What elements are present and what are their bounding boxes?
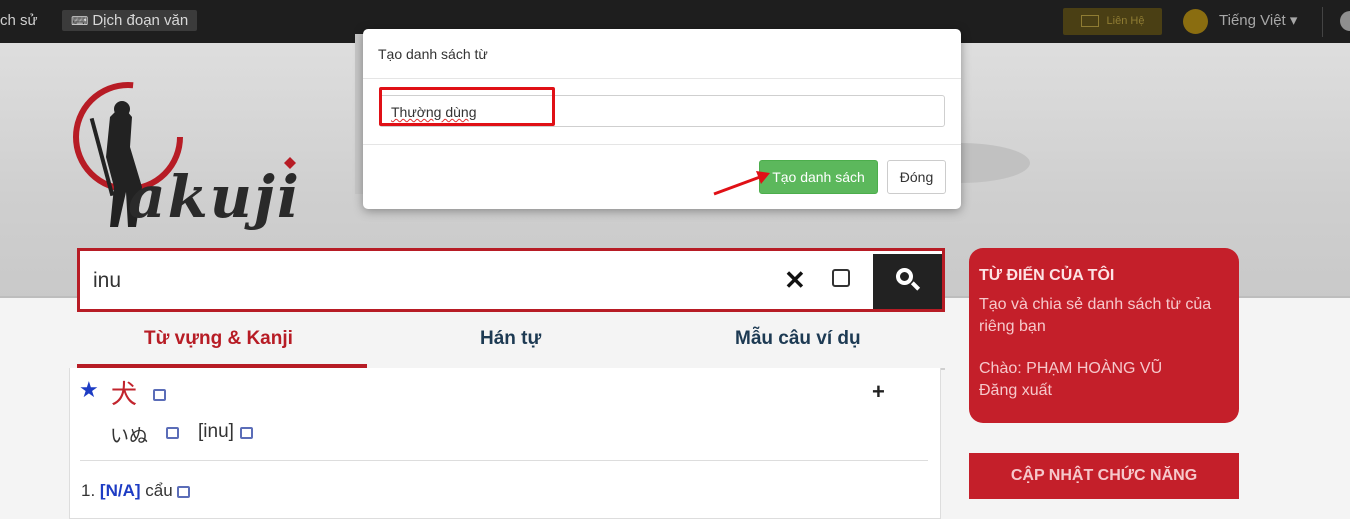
edit-kana-icon[interactable]: [166, 427, 179, 439]
close-dialog-button[interactable]: Đóng: [887, 160, 946, 194]
divider: [80, 460, 928, 461]
pointer-arrow: [713, 171, 770, 196]
edit-kanji-icon[interactable]: [153, 389, 166, 401]
meaning-index: 1.: [81, 481, 96, 500]
create-list-button[interactable]: Tạo danh sách: [759, 160, 878, 194]
search-input[interactable]: inu: [93, 269, 121, 293]
tab-example-sentences[interactable]: Mẫu câu ví dụ: [735, 328, 861, 350]
contact-label: Liên Hệ: [1106, 15, 1145, 27]
tab-vocabulary-kanji[interactable]: Từ vựng & Kanji: [144, 328, 293, 350]
contact-button[interactable]: Liên Hệ: [1063, 8, 1162, 35]
entry-card: ★ 犬 + いぬ [inu] 1. [N/A] cẩu: [69, 368, 941, 519]
entry-meaning: 1. [N/A] cẩu: [81, 481, 191, 501]
user-greeting: Chào: PHẠM HOÀNG VŨ: [979, 360, 1163, 377]
mail-icon: [1080, 15, 1099, 28]
dialog-header-divider: [363, 78, 961, 79]
meaning-pos: [N/A]: [99, 481, 141, 500]
entry-kanji: 犬: [111, 380, 138, 410]
add-to-list-icon[interactable]: +: [872, 379, 885, 405]
edit-meaning-icon[interactable]: [177, 485, 191, 498]
create-list-dialog: Tạo danh sách từ Thường dùng Tạo danh sá…: [363, 29, 961, 209]
translate-paragraph-label: Dịch đoạn văn: [92, 12, 189, 29]
search-bar: inu ✕: [77, 248, 945, 312]
history-link[interactable]: ch sử: [0, 12, 38, 29]
feature-update-header: CẬP NHẬT CHỨC NĂNG: [969, 453, 1239, 499]
search-icon-handle: [910, 281, 921, 291]
language-selector[interactable]: Tiếng Việt ▾: [1219, 11, 1297, 29]
highlight-box: [379, 87, 555, 126]
edit-icon[interactable]: [832, 269, 850, 287]
globe-icon: [1183, 9, 1208, 34]
avatar[interactable]: [1340, 11, 1350, 31]
chevron-down-icon: ▾: [1289, 12, 1298, 29]
dialog-footer-divider: [363, 144, 961, 145]
logout-link[interactable]: Đăng xuất: [979, 382, 1052, 400]
search-icon: [896, 268, 913, 285]
star-icon[interactable]: ★: [79, 377, 99, 403]
entry-kana: いぬ: [110, 426, 149, 447]
my-dictionary-title: TỪ ĐIỂN CỦA TÔI: [979, 267, 1115, 284]
translate-paragraph-button[interactable]: ⌨ Dịch đoạn văn: [62, 10, 198, 31]
my-dictionary-panel: TỪ ĐIỂN CỦA TÔI Tạo và chia sẻ danh sách…: [969, 248, 1239, 423]
meaning-text: cẩu: [145, 481, 173, 500]
dialog-title: Tạo danh sách từ: [378, 46, 488, 62]
my-dictionary-description: Tạo và chia sẻ danh sách từ của riêng bạ…: [979, 296, 1212, 335]
clear-icon[interactable]: ✕: [784, 265, 806, 296]
search-button[interactable]: [873, 254, 942, 309]
keyboard-icon: ⌨: [71, 14, 89, 28]
language-label: Tiếng Việt: [1219, 12, 1286, 29]
edit-romaji-icon[interactable]: [240, 427, 253, 439]
tab-han-tu[interactable]: Hán tự: [480, 328, 541, 350]
entry-romaji: [inu]: [198, 421, 234, 442]
result-tabs: Từ vựng & Kanji Hán tự Mẫu câu ví dụ: [77, 322, 945, 370]
logo-wordmark: akuji: [128, 163, 301, 231]
topbar-divider: [1322, 7, 1323, 37]
